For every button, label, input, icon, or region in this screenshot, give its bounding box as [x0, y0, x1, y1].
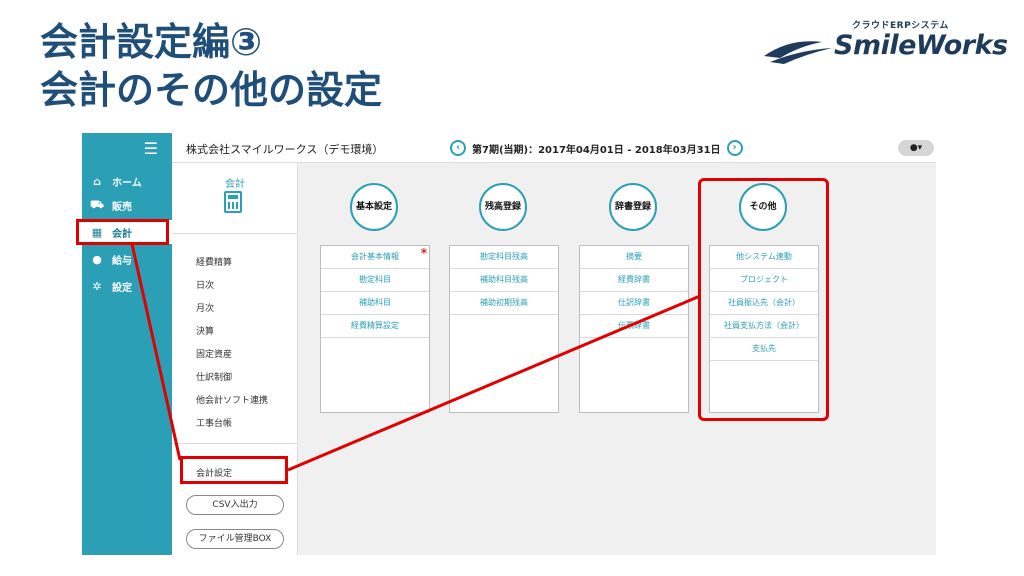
annotation-lines — [130, 243, 701, 472]
highlight-accounting-settings — [180, 456, 288, 484]
highlight-accounting-nav — [76, 219, 169, 245]
highlight-other-category — [698, 178, 829, 421]
